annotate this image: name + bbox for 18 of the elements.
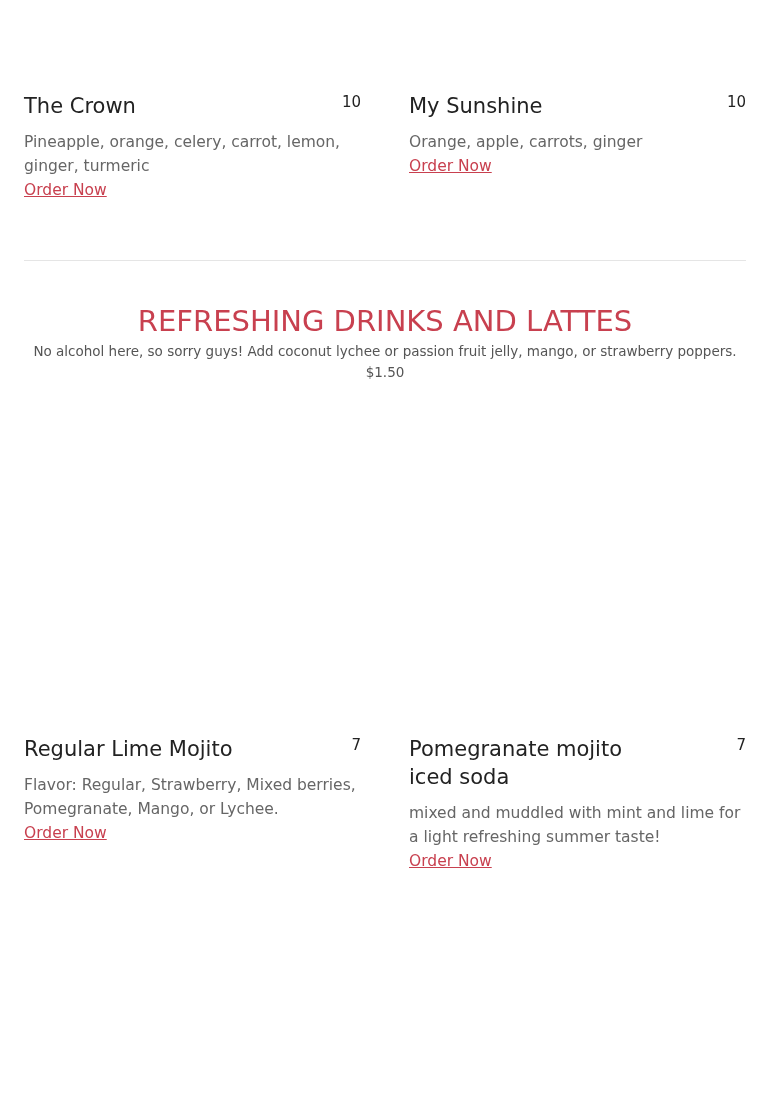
order-now-link[interactable]: Order Now (409, 852, 492, 870)
order-now-link[interactable]: Order Now (24, 181, 107, 199)
item-price: 10 (726, 92, 746, 112)
item-title: My Sunshine (409, 93, 544, 120)
item-title: The Crown (24, 93, 137, 120)
item-title: Pomegranate mojito iced soda (409, 736, 624, 791)
section-heading: REFRESHING DRINKS AND LATTES (136, 303, 634, 339)
section-description: No alcohol here, so sorry guys! Add coconut lychee or passion fruit jelly, mango, or strawberry poppers. $1.50 (32, 342, 738, 382)
item-price: 10 (341, 92, 361, 112)
item-description: Flavor: Regular, Strawberry, Mixed berries, Pomegranate, Mango, or Lychee. (24, 775, 357, 820)
item-price: 7 (351, 735, 361, 755)
order-now-link[interactable]: Order Now (24, 824, 107, 842)
item-description: mixed and muddled with mint and lime for a light refreshing summer taste! (409, 803, 742, 848)
order-now-link[interactable]: Order Now (409, 157, 492, 175)
item-price: 7 (736, 735, 746, 755)
item-title: Regular Lime Mojito (24, 736, 234, 763)
item-description: Pineapple, orange, celery, carrot, lemon, ginger, turmeric (24, 132, 341, 177)
item-description: Orange, apple, carrots, ginger (409, 132, 644, 153)
